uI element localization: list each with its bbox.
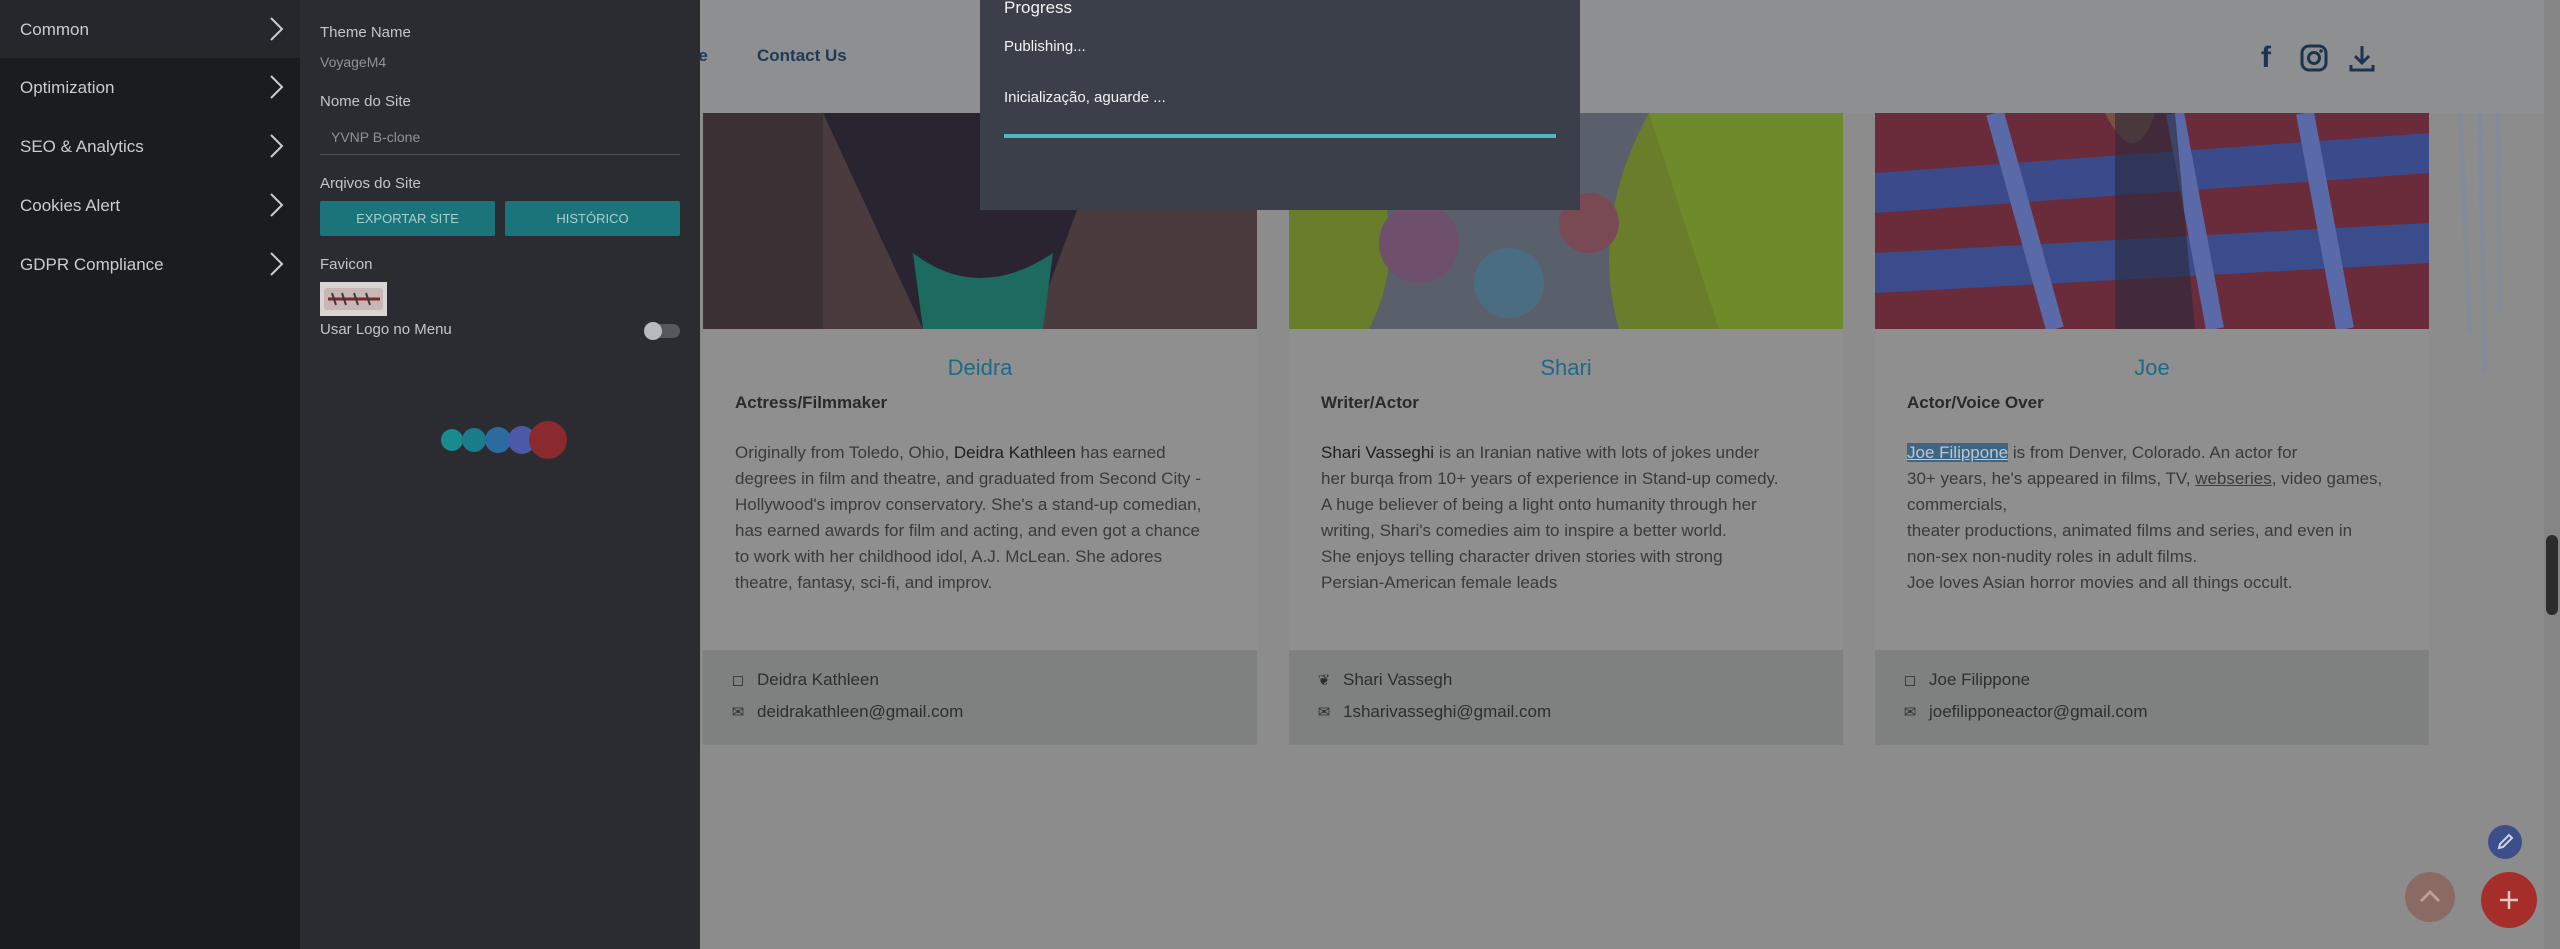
mail-icon: ✉ <box>731 704 745 721</box>
social-link[interactable]: ❦ Shari Vassegh <box>1315 670 1453 690</box>
page-scrollbar[interactable] <box>2544 0 2560 949</box>
common-settings-panel: Theme Name VoyageM4 Nome do Site YVNP B-… <box>300 0 700 949</box>
team-photo-joe <box>1875 110 2429 332</box>
member-contact: ◻ Deidra Kathleen ✉ deidrakathleen@gmail.c… <box>703 650 1257 745</box>
member-name: Shari <box>1540 355 1592 380</box>
spellcheck-word: webseries <box>2195 469 2272 488</box>
site-files-label: Arqivos do Site <box>320 175 421 192</box>
instagram-icon: ◻ <box>731 672 745 689</box>
member-contact: ❦ Shari Vassegh ✉ 1sharivasseghi@gmail.com <box>1289 650 1843 745</box>
dialog-message: Inicialização, aguarde ... <box>1004 89 1166 106</box>
menu-item-common[interactable]: Common <box>0 0 300 58</box>
email-link[interactable]: ✉ 1sharivasseghi@gmail.com <box>1315 702 1551 722</box>
download-icon[interactable] <box>2345 40 2379 76</box>
theme-name-value: VoyageM4 <box>320 54 387 70</box>
progress-bar <box>1004 134 1556 138</box>
progress-fill <box>1004 134 1556 138</box>
chevron-right-icon <box>270 75 284 99</box>
member-bio: Joe Filippone is from Denver, Colorado. … <box>1907 443 2383 592</box>
member-contact: ◻ Joe Filippone ✉ joefilipponeactor@gmail.… <box>1875 650 2429 745</box>
email-link[interactable]: ✉ joefilipponeactor@gmail.com <box>1901 702 2148 722</box>
brush-decoration <box>2450 112 2520 403</box>
facebook-icon[interactable]: f <box>2249 40 2283 76</box>
twitter-icon: ❦ <box>1317 672 1331 689</box>
progress-dialog: Progress Publishing... Inicialização, ag… <box>980 0 1580 210</box>
logo-menu-toggle[interactable] <box>644 322 680 340</box>
site-name-label: Nome do Site <box>320 93 411 110</box>
member-bio: Shari Vasseghi is an Iranian native with… <box>1321 443 1779 592</box>
member-name: Deidra <box>947 355 1013 380</box>
selected-text: Joe Filippone <box>1907 443 2009 462</box>
settings-sidebar: Common Optimization SEO & Analytics Cook… <box>0 0 300 949</box>
chevron-right-icon <box>270 193 284 217</box>
add-fab-button[interactable] <box>2481 872 2537 928</box>
favicon-label: Favicon <box>320 256 373 273</box>
scrollbar-thumb[interactable] <box>2546 535 2558 615</box>
menu-item-optimization[interactable]: Optimization <box>0 58 300 116</box>
dialog-status: Publishing... <box>1004 38 1086 55</box>
team-card-joe: Joe Actor/Voice Over Joe Filippone is fr… <box>1875 110 2429 745</box>
email-link[interactable]: ✉ deidrakathleen@gmail.com <box>729 702 964 722</box>
instagram-icon: ◻ <box>1903 672 1917 689</box>
instagram-icon[interactable] <box>2297 40 2331 76</box>
edit-fab-button[interactable] <box>2488 825 2522 859</box>
chevron-right-icon <box>270 17 284 41</box>
member-role: Writer/Actor <box>1321 393 1419 412</box>
menu-item-cookies-alert[interactable]: Cookies Alert <box>0 176 300 234</box>
nav-link-contact-us[interactable]: Contact Us <box>757 46 847 66</box>
social-link[interactable]: ◻ Deidra Kathleen <box>729 670 879 690</box>
favicon-preview[interactable] <box>320 282 387 316</box>
mail-icon: ✉ <box>1903 704 1917 721</box>
social-link[interactable]: ◻ Joe Filippone <box>1901 670 2030 690</box>
mail-icon: ✉ <box>1317 704 1331 721</box>
member-role: Actor/Voice Over <box>1907 393 2044 412</box>
logo-menu-label: Usar Logo no Menu <box>320 321 452 338</box>
history-button[interactable]: HISTÓRICO <box>505 201 680 236</box>
member-bio: Originally from Toledo, Ohio, Deidra Kat… <box>735 443 1202 592</box>
site-name-input[interactable]: YVNP B-clone <box>320 124 680 155</box>
loading-indicator <box>438 421 578 461</box>
menu-item-gdpr-compliance[interactable]: GDPR Compliance <box>0 235 300 293</box>
member-name: Joe <box>2134 355 2170 380</box>
dialog-title: Progress <box>1004 0 1073 17</box>
scroll-top-button[interactable] <box>2405 872 2455 922</box>
member-role: Actress/Filmmaker <box>735 393 888 412</box>
export-site-button[interactable]: EXPORTAR SITE <box>320 201 495 236</box>
theme-name-label: Theme Name <box>320 24 411 41</box>
chevron-right-icon <box>270 134 284 158</box>
menu-item-seo-analytics[interactable]: SEO & Analytics <box>0 117 300 175</box>
chevron-right-icon <box>270 252 284 276</box>
